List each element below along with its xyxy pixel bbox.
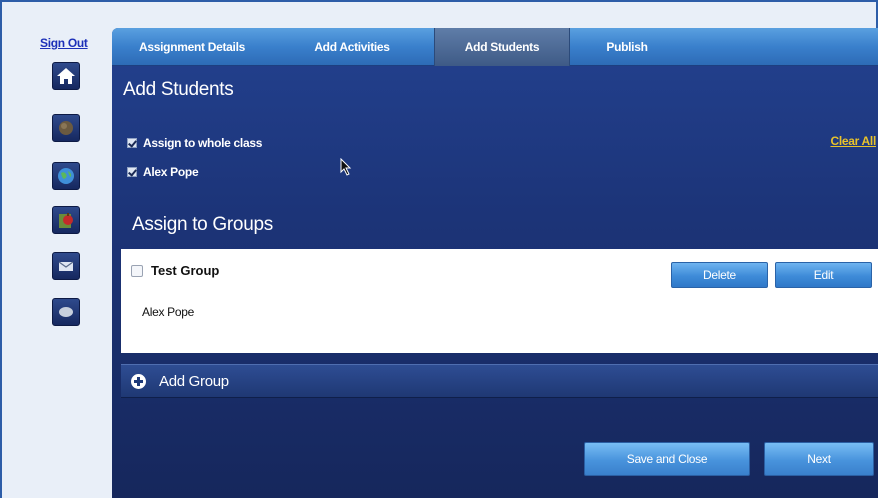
book-apple-icon[interactable] bbox=[52, 206, 80, 234]
tab-assignment-details[interactable]: Assignment Details bbox=[112, 28, 272, 66]
left-sidebar: Sign Out bbox=[2, 2, 112, 498]
group-name: Test Group bbox=[151, 263, 220, 278]
chat-bubble-icon[interactable] bbox=[52, 298, 80, 326]
checkbox-label: Alex Pope bbox=[143, 165, 199, 179]
mail-icon[interactable] bbox=[52, 252, 80, 280]
group-checkbox[interactable] bbox=[131, 265, 143, 277]
assignment-panel: Assignment Details Add Activities Add St… bbox=[112, 28, 878, 498]
add-group-button[interactable]: Add Group bbox=[121, 364, 878, 398]
sign-out-link[interactable]: Sign Out bbox=[40, 36, 88, 50]
home-icon[interactable] bbox=[52, 62, 80, 90]
plus-circle-icon bbox=[131, 373, 146, 389]
tab-add-students[interactable]: Add Students bbox=[434, 28, 570, 66]
save-and-close-button[interactable]: Save and Close bbox=[584, 442, 750, 476]
student-alex-pope-checkbox[interactable]: Alex Pope bbox=[127, 165, 199, 179]
group-member: Alex Pope bbox=[142, 305, 195, 319]
mouse-cursor-icon bbox=[340, 158, 352, 176]
tab-bar: Assignment Details Add Activities Add St… bbox=[112, 28, 878, 66]
assign-to-groups-title: Assign to Groups bbox=[132, 214, 273, 235]
add-students-title: Add Students bbox=[123, 79, 234, 100]
ball-icon[interactable] bbox=[52, 114, 80, 142]
add-group-label: Add Group bbox=[159, 372, 229, 390]
group-card: Test Group Alex Pope Delete Edit bbox=[121, 249, 878, 353]
delete-group-button[interactable]: Delete bbox=[671, 262, 768, 288]
app-window: Sign Out Assignment Details Add Activiti… bbox=[0, 0, 878, 498]
tab-publish[interactable]: Publish bbox=[572, 28, 682, 66]
checkbox-label: Assign to whole class bbox=[143, 136, 263, 150]
clear-all-link[interactable]: Clear All bbox=[830, 134, 876, 148]
tab-add-activities[interactable]: Add Activities bbox=[272, 28, 432, 66]
checkbox-checked[interactable] bbox=[127, 167, 137, 177]
globe-icon[interactable] bbox=[52, 162, 80, 190]
checkbox-checked[interactable] bbox=[127, 138, 137, 148]
assign-whole-class-checkbox[interactable]: Assign to whole class bbox=[127, 136, 262, 150]
next-button[interactable]: Next bbox=[764, 442, 874, 476]
edit-group-button[interactable]: Edit bbox=[775, 262, 872, 288]
